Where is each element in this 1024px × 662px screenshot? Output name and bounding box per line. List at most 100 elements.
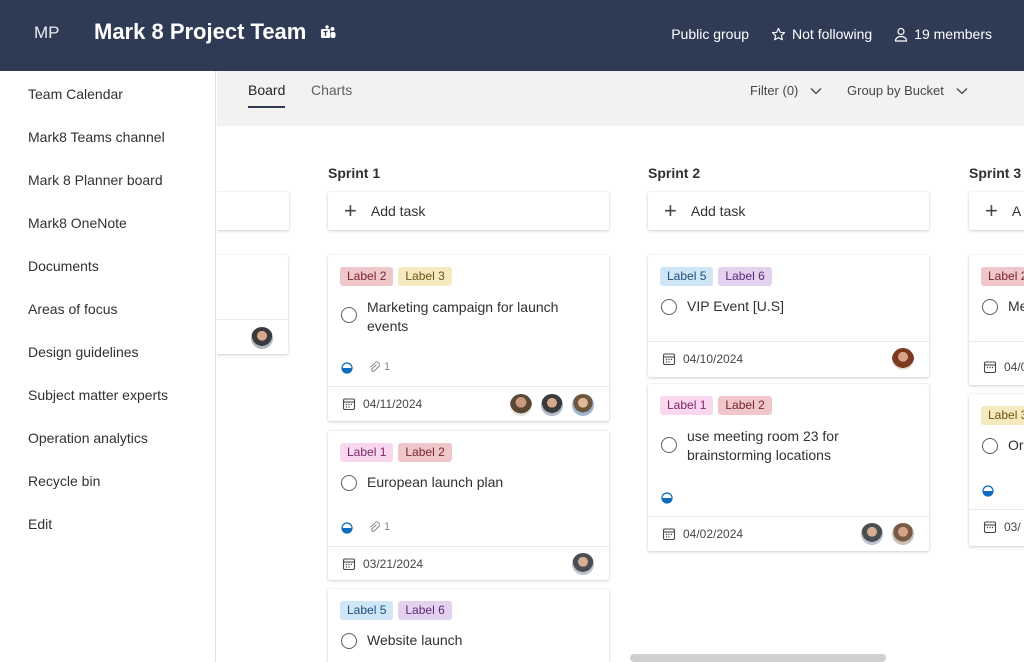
task-title[interactable]: Marketing campaign for launch events <box>367 298 567 336</box>
task-label: Label 6 <box>398 601 452 620</box>
tab-charts[interactable]: Charts <box>311 82 352 98</box>
sidebar-item-operation-analytics[interactable]: Operation analytics <box>28 430 148 446</box>
calendar-icon <box>342 558 356 571</box>
task-title[interactable]: Website launch <box>367 631 587 650</box>
task-label: Label 2 <box>718 396 772 415</box>
sidebar-item-design-guidelines[interactable]: Design guidelines <box>28 344 139 360</box>
sidebar-item-planner-board[interactable]: Mark 8 Planner board <box>28 172 163 188</box>
progress-half-icon[interactable] <box>341 522 353 534</box>
calendar-icon <box>662 353 676 366</box>
filter-button[interactable]: Filter (0) <box>750 83 822 98</box>
task-card[interactable]: Label 5 Label 6 VIP Event [U.S] 04/10/20… <box>648 255 929 377</box>
sidebar-item-team-calendar[interactable]: Team Calendar <box>28 86 123 102</box>
task-card[interactable]: Label 1 Label 2 use meeting room 23 for … <box>648 384 929 551</box>
task-card-partial[interactable] <box>217 255 288 354</box>
sidebar-item-recycle-bin[interactable]: Recycle bin <box>28 473 100 489</box>
task-label: Label 6 <box>718 267 772 286</box>
sidebar-item-areas-of-focus[interactable]: Areas of focus <box>28 301 118 317</box>
plus-icon: + <box>664 198 677 223</box>
task-label: Label 3 <box>398 267 452 286</box>
active-tab-indicator <box>248 106 285 108</box>
task-label: Label 5 <box>660 267 714 286</box>
calendar-icon <box>342 398 356 411</box>
due-date[interactable]: 04/11/2024 <box>342 397 422 411</box>
sidebar-item-teams-channel[interactable]: Mark8 Teams channel <box>28 129 165 145</box>
complete-task-checkbox[interactable] <box>341 307 357 323</box>
calendar-icon <box>983 361 997 374</box>
calendar-icon <box>983 521 997 534</box>
task-title[interactable]: use meeting room 23 for brainstorming lo… <box>687 427 887 465</box>
due-date[interactable]: 04/02/2024 <box>662 527 743 541</box>
complete-task-checkbox[interactable] <box>341 633 357 649</box>
task-label: Label 2 <box>398 443 452 462</box>
progress-half-icon[interactable] <box>982 485 994 497</box>
progress-half-icon[interactable] <box>661 492 673 504</box>
avatar[interactable] <box>891 522 915 546</box>
avatar[interactable] <box>891 347 915 371</box>
add-task-button[interactable]: + Add task <box>648 192 929 230</box>
avatar[interactable] <box>860 522 884 546</box>
complete-task-checkbox[interactable] <box>982 438 998 454</box>
task-title[interactable]: VIP Event [U.S] <box>687 297 907 316</box>
due-date[interactable]: 03/ <box>983 520 1021 534</box>
attachment-count[interactable]: 1 <box>368 361 390 373</box>
task-label: Label 3 <box>981 406 1024 425</box>
group-title: Mark 8 Project Team <box>94 19 307 44</box>
group-initials[interactable]: MP <box>34 23 60 43</box>
calendar-icon <box>662 528 676 541</box>
board-toolbar: Board Charts Filter (0) Group by Bucket <box>217 71 1024 126</box>
plus-icon: + <box>985 198 998 223</box>
sidebar: Team Calendar Mark8 Teams channel Mark 8… <box>0 71 216 662</box>
complete-task-checkbox[interactable] <box>341 475 357 491</box>
task-label: Label 1 <box>660 396 714 415</box>
task-title[interactable]: European launch plan <box>367 473 587 492</box>
attachment-count[interactable]: 1 <box>368 521 390 533</box>
task-label: Label 5 <box>340 601 394 620</box>
star-icon <box>771 27 786 40</box>
sidebar-item-edit[interactable]: Edit <box>28 516 52 532</box>
due-date[interactable]: 03/21/2024 <box>342 557 423 571</box>
paperclip-icon <box>370 521 380 532</box>
chevron-down-icon <box>810 87 822 94</box>
horizontal-scrollbar[interactable] <box>630 654 886 662</box>
avatar[interactable] <box>571 393 595 417</box>
complete-task-checkbox[interactable] <box>982 299 998 315</box>
task-title[interactable]: Or <box>1008 436 1024 455</box>
due-date[interactable]: 04/10/2024 <box>662 352 743 366</box>
follow-button[interactable]: Not following <box>771 26 872 42</box>
tab-board[interactable]: Board <box>248 82 285 98</box>
task-card[interactable]: Label 2 Label 3 Marketing campaign for l… <box>328 255 609 421</box>
group-by-button[interactable]: Group by Bucket <box>847 83 968 98</box>
due-date[interactable]: 04/0 <box>983 360 1024 374</box>
avatar[interactable] <box>250 326 274 350</box>
add-task-button-partial[interactable] <box>217 192 289 230</box>
task-card[interactable]: Label 5 Label 6 Website launch <box>328 589 609 662</box>
add-task-button[interactable]: + Add task <box>328 192 609 230</box>
task-card[interactable]: Label 3 Or 03/ <box>969 394 1024 546</box>
task-title[interactable]: Me <box>1008 297 1024 316</box>
add-task-button[interactable]: + A <box>969 192 1024 230</box>
sidebar-item-onenote[interactable]: Mark8 OneNote <box>28 215 127 231</box>
sidebar-item-documents[interactable]: Documents <box>28 258 99 274</box>
complete-task-checkbox[interactable] <box>661 299 677 315</box>
task-card[interactable]: Label 1 Label 2 European launch plan 1 0… <box>328 431 609 580</box>
teams-icon[interactable] <box>319 24 337 42</box>
chevron-down-icon <box>956 87 968 94</box>
bucket-title-sprint-2[interactable]: Sprint 2 <box>648 165 700 181</box>
visibility-label: Public group <box>671 26 750 42</box>
task-label: Label 2 <box>981 267 1024 286</box>
bucket-title-sprint-3[interactable]: Sprint 3 <box>969 165 1021 181</box>
complete-task-checkbox[interactable] <box>661 437 677 453</box>
task-card[interactable]: Label 2 Me 04/0 <box>969 255 1024 385</box>
avatar[interactable] <box>540 393 564 417</box>
bucket-title-sprint-1[interactable]: Sprint 1 <box>328 165 380 181</box>
sidebar-item-subject-matter-experts[interactable]: Subject matter experts <box>28 387 168 403</box>
task-label: Label 1 <box>340 443 394 462</box>
board: Sprint 1 + Add task Label 2 Label 3 Mark… <box>217 126 1024 662</box>
plus-icon: + <box>344 198 357 223</box>
avatar[interactable] <box>571 552 595 576</box>
progress-half-icon[interactable] <box>341 362 353 374</box>
paperclip-icon <box>370 361 380 372</box>
members-button[interactable]: 19 members <box>894 26 992 42</box>
avatar[interactable] <box>509 393 533 417</box>
